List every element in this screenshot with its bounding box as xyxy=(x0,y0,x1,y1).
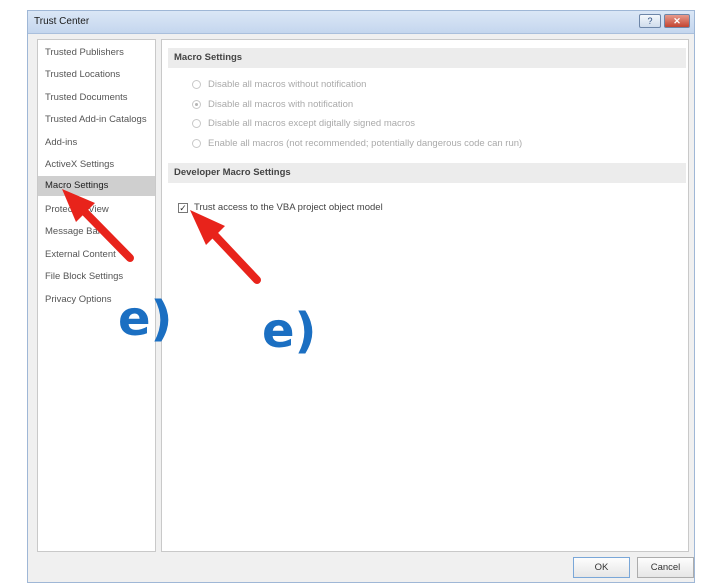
annotation-arrow-right xyxy=(190,210,261,284)
annotation-arrow-left xyxy=(62,189,134,262)
annotation-label-left: e) xyxy=(118,291,173,347)
annotation-label-right: e) xyxy=(262,303,317,359)
annotation-arrows xyxy=(62,189,261,284)
